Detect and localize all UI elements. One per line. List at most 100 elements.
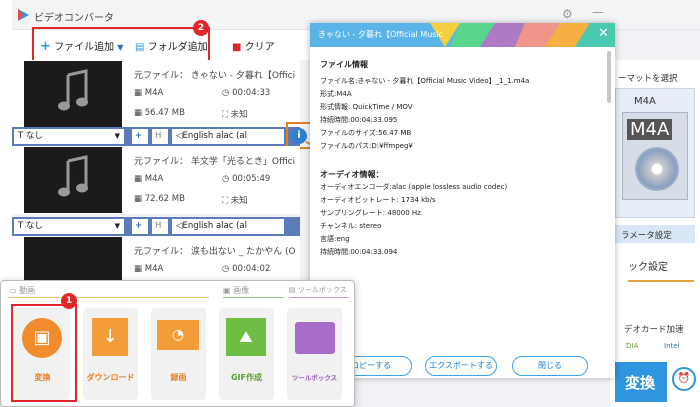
audio-track-select[interactable]: ◁English alac (al <box>172 129 284 144</box>
batch-slider[interactable] <box>628 280 694 282</box>
text-icon: T <box>18 131 24 141</box>
audio-info-line: 持続時間:00:04:33.094 <box>320 248 398 256</box>
export-button[interactable]: エクスポートする <box>425 356 497 376</box>
subtitle-sync-icon[interactable]: H <box>152 219 168 234</box>
music-thumbnail <box>24 237 122 285</box>
file-options-bar: T なし ▼ + H ◁English alac (al <box>12 127 300 146</box>
source-file-name: 元ファイル： 涙も出ない _ たかやん (O <box>134 247 296 257</box>
text-icon: T <box>18 221 24 231</box>
file-info-line: 形式情報: QuickTime / MOV <box>320 103 413 111</box>
nvidia-badge: DIA <box>626 342 639 350</box>
music-thumbnail <box>24 61 122 127</box>
source-file-name: 元ファイル： きゃない - 夕暮れ【Offici <box>134 71 296 81</box>
image-icon: ▣ <box>223 286 231 295</box>
clock-icon: ◷ <box>222 264 230 274</box>
record-tile[interactable]: ◔ 録画 <box>151 308 206 400</box>
file-info-line: 持続時間:00:04:33.095 <box>320 116 398 124</box>
add-subtitle-button[interactable]: + <box>132 129 148 144</box>
screen-record-icon: ◔ <box>157 320 199 350</box>
video-section-label: ▭ 動画 <box>9 286 36 295</box>
duration-value: ◷ 00:05:49 <box>222 174 271 184</box>
batch-settings-label: ック設定 <box>628 262 668 273</box>
duration-value: ◷ 00:04:02 <box>222 264 271 274</box>
callout-box-1 <box>11 304 77 402</box>
toolbox-icon: ▤ <box>289 286 296 294</box>
disk-icon: ▦ <box>134 194 143 204</box>
file-info-line: 形式:M4A <box>320 90 352 98</box>
intel-badge: Intel <box>664 342 680 350</box>
toolbox-tile[interactable]: ツールボックス <box>287 308 342 400</box>
disk-icon: ▦ <box>134 108 143 118</box>
download-icon: ↓ <box>92 318 128 356</box>
file-icon: ▦ <box>134 264 143 274</box>
close-icon[interactable]: ✕ <box>598 26 609 41</box>
parameter-settings-button[interactable]: ラメータ設定 <box>615 225 695 243</box>
alarm-icon[interactable]: ⏰ <box>672 367 696 391</box>
file-info-line: ファイルのサイズ:56.47 MB <box>320 129 412 137</box>
tool-launcher: ▭ 動画 ▣ 画像 ▤ ツールボックス ▣ 変換 ↓ ダウンロード ◔ 録画 ⛰… <box>0 280 355 407</box>
scrollbar[interactable] <box>607 51 611 103</box>
music-note-icon <box>58 69 88 111</box>
resolution-icon: ⛶ <box>222 110 228 120</box>
media-info-dialog: きゃない - 夕暮れ【Official Music ✕ ファイル情報 ファイル名… <box>310 23 615 378</box>
resolution-value: ⛶ 未知 <box>222 110 248 120</box>
add-subtitle-button[interactable]: + <box>132 219 148 234</box>
size-value: ▦ 56.47 MB <box>134 108 185 118</box>
section-divider <box>289 297 349 298</box>
download-tile[interactable]: ↓ ダウンロード <box>83 308 138 400</box>
list-item[interactable]: 元ファイル： 涙も出ない _ たかやん (O ▦ M4A ◷ 00:04:02 <box>12 236 300 286</box>
music-thumbnail <box>24 147 122 213</box>
size-value: ▦ 72.62 MB <box>134 194 185 204</box>
disc-icon <box>635 147 679 191</box>
callout-badge-2: 2 <box>193 20 209 36</box>
close-button[interactable]: 閉じる <box>512 356 588 376</box>
subtitle-select[interactable]: T なし ▼ <box>14 129 124 144</box>
section-divider <box>9 297 209 298</box>
output-format-label: ーマットを選択 <box>618 74 678 84</box>
section-divider <box>223 297 283 298</box>
audio-info-line: サンプリングレート: 48000 Hz <box>320 209 421 217</box>
gif-icon: ⛰ <box>226 318 266 356</box>
trash-icon: ■ <box>232 42 242 53</box>
format-value: ▦ M4A <box>134 264 164 274</box>
subtitle-select[interactable]: T なし ▼ <box>14 219 124 234</box>
audio-info-line: オーディオエンコーダ:alac (apple lossless audio co… <box>320 183 508 191</box>
format-value: ▦ M4A <box>134 88 164 98</box>
list-item[interactable]: 元ファイル： 羊文学「光るとき」Offici ▦ M4A ◷ 00:05:49 … <box>12 146 300 214</box>
list-item[interactable]: 元ファイル： きゃない - 夕暮れ【Offici ▦ M4A ◷ 00:04:3… <box>12 60 300 128</box>
duration-value: ◷ 00:04:33 <box>222 88 271 98</box>
dialog-header: きゃない - 夕暮れ【Official Music ✕ <box>310 23 615 47</box>
file-info-heading: ファイル情報 <box>320 60 368 69</box>
dialog-title: きゃない - 夕暮れ【Official Music <box>318 30 444 39</box>
subtitle-sync-icon[interactable]: H <box>152 129 168 144</box>
file-options-bar: T なし ▼ + H ◁English alac (al <box>12 217 300 236</box>
toolbox-icon <box>295 322 335 354</box>
source-file-name: 元ファイル： 羊文学「光るとき」Offici <box>134 157 296 167</box>
music-note-icon <box>58 155 88 197</box>
tools-section-label: ▤ ツールボックス <box>289 286 347 294</box>
file-info-line: ファイル名:きゃない - 夕暮れ【Official Music Video】_1… <box>320 77 530 85</box>
video-icon: ▭ <box>9 286 17 295</box>
file-info-line: ファイルのパス:D:¥ffmpeg¥ <box>320 142 413 150</box>
gpu-acceleration-label: デオカード加速 <box>624 325 684 335</box>
clock-icon: ◷ <box>222 174 230 184</box>
clock-icon: ◷ <box>222 88 230 98</box>
audio-info-line: チャンネル: stereo <box>320 222 382 230</box>
file-icon: ▦ <box>134 88 143 98</box>
clear-button[interactable]: ■ クリア <box>232 38 275 53</box>
resolution-icon: ⛶ <box>222 196 228 206</box>
audio-track-select[interactable]: ◁English alac (al <box>172 219 284 234</box>
window-title: ビデオコンバータ <box>34 13 114 24</box>
gif-tile[interactable]: ⛰ GIF作成 <box>219 308 274 400</box>
callout-badge-1: 1 <box>61 293 77 309</box>
audio-info-line: オーディオビットレート: 1734 kb/s <box>320 196 436 204</box>
file-icon: ▦ <box>134 174 143 184</box>
convert-button[interactable]: 変換 <box>615 362 667 402</box>
format-icon: M4A <box>622 112 688 200</box>
resolution-value: ⛶ 未知 <box>222 196 248 206</box>
chevron-down-icon: ▼ <box>114 132 120 140</box>
settings-icon[interactable]: ⚙ <box>562 7 573 21</box>
image-section-label: ▣ 画像 <box>223 286 250 295</box>
format-value: ▦ M4A <box>134 174 164 184</box>
minimize-icon[interactable]: — <box>592 5 604 19</box>
